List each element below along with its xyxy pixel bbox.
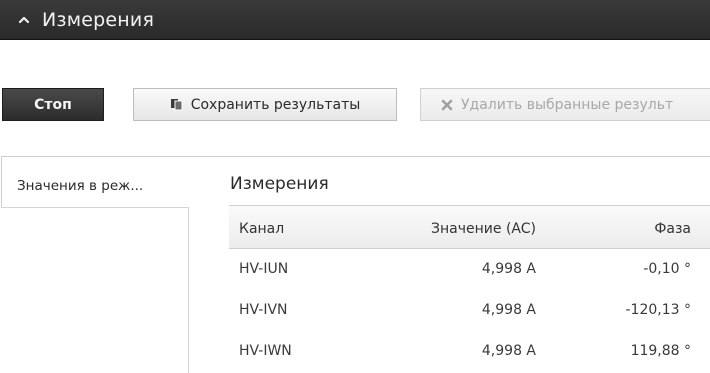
copy-icon bbox=[170, 98, 183, 111]
sidebar-list bbox=[1, 207, 189, 373]
delete-selected-results-button[interactable]: Удалить выбранные результ bbox=[420, 88, 710, 121]
measurements-title: Измерения bbox=[230, 174, 329, 194]
close-icon bbox=[441, 99, 453, 111]
cell-value: 4,998 A bbox=[481, 261, 536, 277]
delete-selected-label: Удалить выбранные результ bbox=[461, 96, 674, 113]
cell-channel: HV-IVN bbox=[239, 302, 288, 318]
cell-phase: -120,13 ° bbox=[625, 302, 692, 318]
cell-phase: -0,10 ° bbox=[643, 261, 691, 277]
cell-value: 4,998 A bbox=[481, 343, 536, 359]
measurement-window: Измерения Стоп Сохранить результаты Удал… bbox=[0, 0, 710, 373]
table-header: Канал Значение (AC) Фаза bbox=[229, 205, 710, 249]
cell-phase: 119,88 ° bbox=[630, 343, 691, 359]
table-row[interactable]: HV-IVN 4,998 A -120,13 ° bbox=[229, 291, 710, 332]
table-row[interactable]: HV-IUN 4,998 A -0,10 ° bbox=[229, 250, 710, 291]
table-row[interactable]: HV-IWN 4,998 A 119,88 ° bbox=[229, 332, 710, 373]
column-header-channel[interactable]: Канал bbox=[239, 221, 284, 237]
column-header-phase[interactable]: Фаза bbox=[654, 221, 691, 237]
column-header-value-ac[interactable]: Значение (AC) bbox=[431, 221, 536, 237]
cell-channel: HV-IUN bbox=[239, 261, 289, 277]
cell-value: 4,998 A bbox=[481, 302, 536, 318]
stop-button-label: Стоп bbox=[34, 96, 72, 113]
sidebar-item-realtime-values[interactable]: Значения в реж... bbox=[17, 178, 143, 194]
section-header-title: Измерения bbox=[42, 8, 155, 31]
cell-channel: HV-IWN bbox=[239, 343, 292, 359]
save-results-label: Сохранить результаты bbox=[190, 96, 361, 113]
chevron-up-icon[interactable] bbox=[16, 12, 32, 28]
stop-button[interactable]: Стоп bbox=[2, 88, 104, 121]
section-header[interactable]: Измерения bbox=[0, 0, 710, 40]
save-results-button[interactable]: Сохранить результаты bbox=[133, 88, 397, 121]
